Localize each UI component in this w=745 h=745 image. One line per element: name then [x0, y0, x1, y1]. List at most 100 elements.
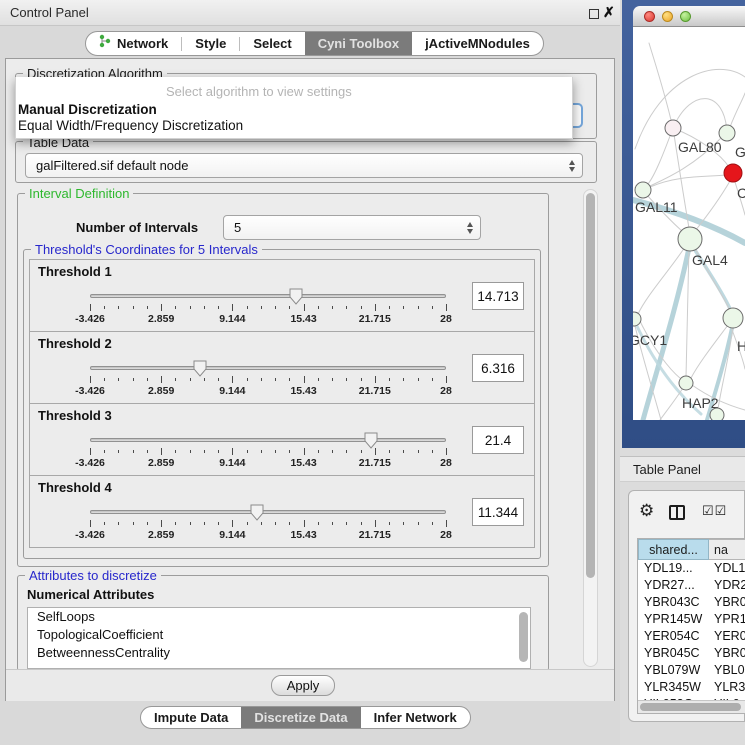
network-edge[interactable] [730, 93, 745, 127]
table-row[interactable]: YDL19... YDL1 [638, 560, 745, 577]
threshold-value-field[interactable]: 21.4 [472, 426, 524, 454]
cell-name[interactable]: YLR3 [714, 679, 745, 696]
threshold-slider[interactable]: -3.4262.8599.14415.4321.71528 [90, 358, 446, 402]
table-row[interactable]: YLR345W YLR3 [638, 679, 745, 696]
network-edge[interactable] [649, 43, 671, 120]
tab-discretize-data[interactable]: Discretize Data [241, 706, 360, 729]
threshold-value-field[interactable]: 14.713 [472, 282, 524, 310]
tab-jactivemnodules[interactable]: jActiveMNodules [412, 32, 543, 55]
cell-name[interactable]: YDR2 [714, 577, 745, 594]
threshold-slider[interactable]: -3.4262.8599.14415.4321.71528 [90, 502, 446, 546]
slider-track[interactable] [90, 294, 446, 298]
network-window-titlebar[interactable] [633, 6, 745, 27]
close-icon[interactable]: ✗ [603, 4, 615, 21]
cell-shared-name[interactable]: YBL079W [644, 662, 700, 679]
tab-impute-data[interactable]: Impute Data [141, 707, 241, 728]
cell-name[interactable]: YBR0 [714, 645, 745, 662]
slider-scale: -3.4262.8599.14415.4321.71528 [90, 457, 446, 470]
cell-shared-name[interactable]: YBR045C [644, 645, 700, 662]
threshold-label: Threshold 3 [38, 408, 112, 423]
column-header-name[interactable]: na [709, 539, 745, 560]
tab-cyni-toolbox[interactable]: Cyni Toolbox [305, 31, 412, 56]
network-edge[interactable] [648, 128, 673, 184]
cell-name[interactable]: YDL1 [714, 560, 745, 577]
cell-name[interactable]: YBR0 [714, 594, 745, 611]
slider-tick [232, 304, 233, 311]
table-data-combo[interactable]: galFiltered.sif default node [25, 153, 583, 178]
table-row[interactable]: YBR043C YBR0 [638, 594, 745, 611]
mac-close-button[interactable] [644, 11, 655, 22]
threshold-value-field[interactable]: 6.316 [472, 354, 524, 382]
network-node[interactable] [723, 308, 743, 328]
scrollbar-thumb[interactable] [640, 703, 741, 711]
network-node[interactable] [633, 312, 641, 326]
slider-track[interactable] [90, 366, 446, 370]
mac-zoom-button[interactable] [680, 11, 691, 22]
tab-infer-network[interactable]: Infer Network [361, 707, 470, 728]
slider-tick [346, 378, 347, 381]
cell-name[interactable]: YPR1 [714, 611, 745, 628]
popup-item-equal-width-frequency[interactable]: Equal Width/Frequency Discretization [18, 118, 243, 133]
threshold-value-field[interactable]: 11.344 [472, 498, 524, 526]
apply-button[interactable]: Apply [271, 675, 335, 696]
table-row[interactable]: YDR27... YDR2 [638, 577, 745, 594]
slider-track[interactable] [90, 438, 446, 442]
cell-shared-name[interactable]: YBR043C [644, 594, 700, 611]
slider-thumb[interactable] [289, 288, 304, 306]
tab-style[interactable]: Style [182, 32, 239, 55]
attribute-list-item[interactable]: TopologicalCoefficient [28, 626, 530, 644]
network-node[interactable] [719, 125, 735, 141]
table-row[interactable]: YPR145W YPR1 [638, 611, 745, 628]
number-of-intervals-combo[interactable]: 5 [223, 215, 481, 240]
network-edge[interactable] [660, 388, 683, 420]
table-horizontal-scrollbar[interactable] [638, 700, 745, 713]
network-node[interactable] [710, 408, 724, 420]
network-node[interactable] [665, 120, 681, 136]
slider-scale-label: 2.859 [126, 529, 196, 541]
tab-select[interactable]: Select [240, 32, 304, 55]
cell-shared-name[interactable]: YDL19... [644, 560, 693, 577]
slider-thumb[interactable] [364, 432, 379, 450]
cell-name[interactable]: YER0 [714, 628, 745, 645]
slider-track[interactable] [90, 510, 446, 514]
float-window-icon[interactable] [589, 9, 599, 19]
cell-name[interactable]: YBL0 [714, 662, 745, 679]
main-vertical-scrollbar[interactable] [583, 189, 598, 667]
slider-tick [147, 522, 148, 525]
mac-minimize-button[interactable] [662, 11, 673, 22]
column-checkboxes-icon[interactable]: ☑☑ [702, 503, 727, 519]
gear-icon[interactable]: ⚙ [639, 501, 654, 521]
attribute-list-item[interactable]: BetweennessCentrality [28, 644, 530, 662]
cell-shared-name[interactable]: YPR145W [644, 611, 702, 628]
network-canvas[interactable]: GAL80GCGAL11GAL4GCY1HHAP2 [633, 27, 745, 420]
cell-shared-name[interactable]: YDR27... [644, 577, 695, 594]
attribute-list-item[interactable]: SelfLoops [28, 608, 530, 626]
slider-scale-label: -3.426 [55, 385, 125, 397]
slider-tick [175, 522, 176, 525]
threshold-slider[interactable]: -3.4262.8599.14415.4321.71528 [90, 286, 446, 330]
slider-tick [104, 306, 105, 309]
algorithm-dropdown-popup: Select algorithm to view settings Manual… [15, 77, 573, 139]
network-node[interactable] [635, 182, 651, 198]
numerical-attributes-list[interactable]: SelfLoopsTopologicalCoefficientBetweenne… [27, 607, 531, 669]
table-row[interactable]: YBL079W YBL0 [638, 662, 745, 679]
column-header-shared-name[interactable]: shared... [638, 539, 709, 560]
threshold-label: Threshold 1 [38, 264, 112, 279]
network-node[interactable] [724, 164, 742, 182]
popup-item-manual-discretization[interactable]: Manual Discretization [18, 102, 157, 117]
network-node[interactable] [679, 376, 693, 390]
split-columns-icon[interactable] [669, 505, 685, 520]
table-row[interactable]: YBR045C YBR0 [638, 645, 745, 662]
network-window-frame[interactable]: GAL80GCGAL11GAL4GCY1HHAP2 [622, 0, 745, 448]
cell-shared-name[interactable]: YER054C [644, 628, 700, 645]
threshold-slider[interactable]: -3.4262.8599.14415.4321.71528 [90, 430, 446, 474]
cell-shared-name[interactable]: YLR345W [644, 679, 701, 696]
tab-network[interactable]: Network [86, 32, 181, 55]
table-row[interactable]: YER054C YER0 [638, 628, 745, 645]
slider-thumb[interactable] [193, 360, 208, 378]
network-node[interactable] [678, 227, 702, 251]
slider-tick [289, 378, 290, 381]
scrollbar-thumb[interactable] [586, 193, 595, 578]
slider-thumb[interactable] [250, 504, 265, 522]
list-scrollbar-thumb[interactable] [519, 612, 528, 662]
